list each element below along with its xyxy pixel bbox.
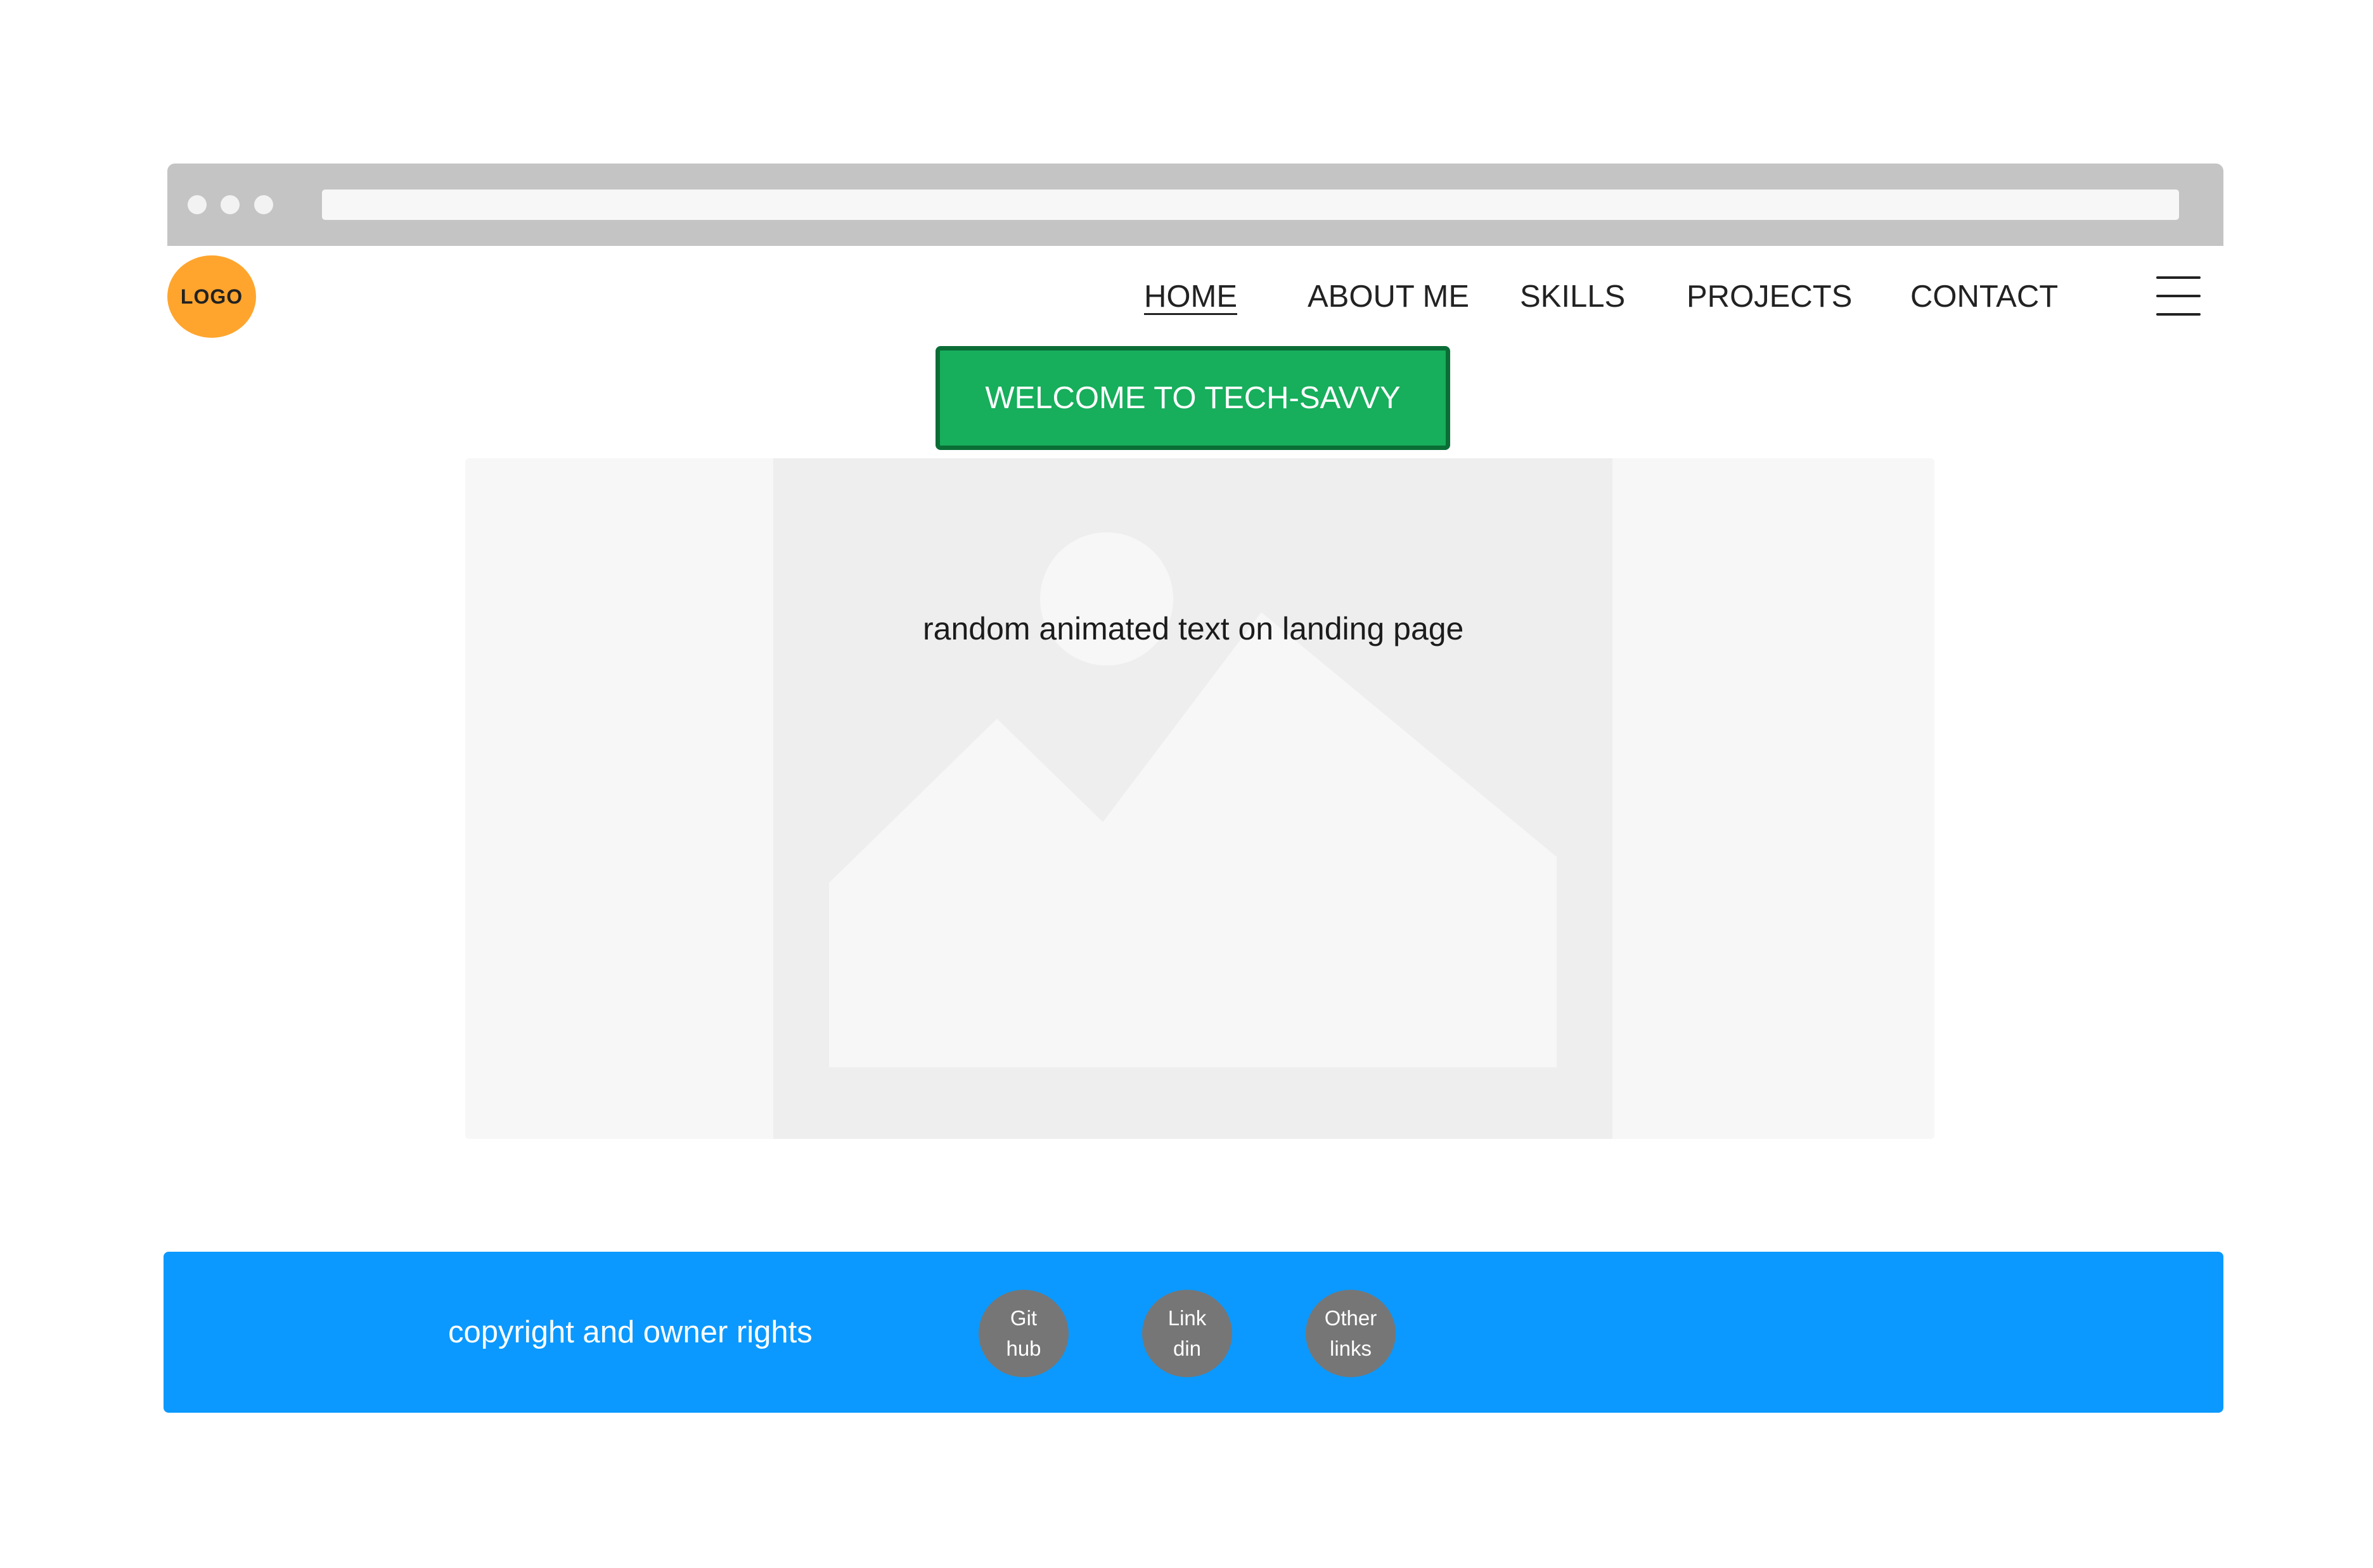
linkedin-link-line2: din: [1173, 1337, 1202, 1360]
github-link[interactable]: Git hub: [979, 1290, 1069, 1377]
window-dot-icon: [188, 195, 207, 214]
hero-text: random animated text on landing page: [923, 611, 1464, 646]
window-dot-icon: [221, 195, 240, 214]
linkedin-link[interactable]: Link din: [1142, 1290, 1232, 1377]
github-link-line1: Git: [1010, 1306, 1038, 1330]
welcome-button[interactable]: WELCOME TO TECH-SAVVY: [936, 346, 1450, 450]
other-links-link[interactable]: Other links: [1306, 1290, 1396, 1377]
logo[interactable]: LOGO: [167, 255, 256, 338]
linkedin-link-line1: Link: [1167, 1306, 1207, 1330]
copyright-text: copyright and owner rights: [448, 1315, 813, 1349]
hamburger-icon[interactable]: [2156, 275, 2201, 317]
nav-item-contact[interactable]: CONTACT: [1910, 278, 2058, 316]
address-bar[interactable]: [322, 190, 2179, 220]
other-links-line1: Other: [1324, 1306, 1377, 1330]
other-links-line2: links: [1329, 1337, 1372, 1360]
nav-item-projects[interactable]: PROJECTS: [1687, 278, 1852, 316]
nav-item-home[interactable]: HOME: [1144, 278, 1237, 316]
github-link-line2: hub: [1006, 1337, 1041, 1360]
nav-item-about-me[interactable]: ABOUT ME: [1308, 278, 1469, 316]
window-dot-icon: [254, 195, 273, 214]
image-placeholder-icon: [829, 532, 1557, 1067]
nav-item-skills[interactable]: SKILLS: [1520, 278, 1625, 316]
